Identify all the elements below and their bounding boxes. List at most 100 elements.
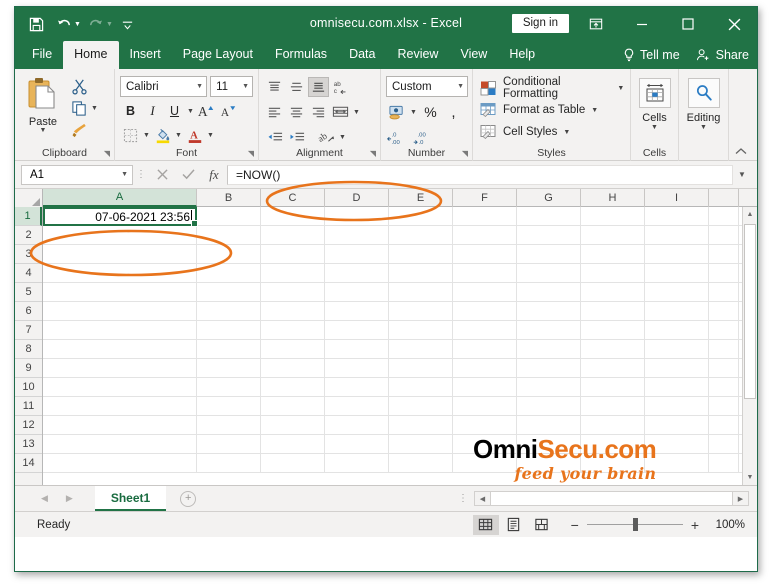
zoom-level-label[interactable]: 100% [707, 519, 745, 531]
zoom-slider-thumb[interactable] [632, 518, 638, 531]
cell-d5[interactable] [325, 283, 389, 302]
row-header-6[interactable]: 6 [15, 302, 42, 321]
cell-c4[interactable] [261, 264, 325, 283]
cell-b14[interactable] [197, 454, 261, 473]
percent-style-button[interactable]: % [420, 102, 441, 122]
cell-f1[interactable] [453, 207, 517, 226]
increase-font-size-button[interactable]: A [196, 101, 217, 121]
cell-h6[interactable] [581, 302, 645, 321]
format-as-table-button[interactable]: Format as Table ▼ [478, 99, 625, 121]
select-all-corner[interactable] [15, 189, 43, 207]
cell-e14[interactable] [389, 454, 453, 473]
cell-i11[interactable] [645, 397, 709, 416]
cell-i10[interactable] [645, 378, 709, 397]
decrease-font-size-button[interactable]: A [218, 101, 239, 121]
cell-i13[interactable] [645, 435, 709, 454]
cell-h3[interactable] [581, 245, 645, 264]
cell-h5[interactable] [581, 283, 645, 302]
cell-b7[interactable] [197, 321, 261, 340]
number-dialog-launcher[interactable]: ◥ [462, 149, 468, 158]
row-header-4[interactable]: 4 [15, 264, 42, 283]
ribbon-display-options-icon[interactable] [573, 7, 619, 41]
cell-a4[interactable] [43, 264, 197, 283]
cell-c9[interactable] [261, 359, 325, 378]
cell-a7[interactable] [43, 321, 197, 340]
cell-i14[interactable] [645, 454, 709, 473]
formula-input[interactable]: =NOW() [227, 164, 733, 185]
tab-formulas[interactable]: Formulas [264, 41, 338, 69]
cell-styles-button[interactable]: Cell Styles ▼ [478, 121, 625, 143]
cell-f6[interactable] [453, 302, 517, 321]
number-format-combo[interactable]: Custom ▼ [386, 76, 468, 97]
cell-c6[interactable] [261, 302, 325, 321]
cell-e11[interactable] [389, 397, 453, 416]
sheet-tab-sheet1[interactable]: Sheet1 [94, 486, 167, 511]
increase-indent-button[interactable] [286, 127, 307, 147]
cell-i8[interactable] [645, 340, 709, 359]
cell-b1[interactable] [197, 207, 261, 226]
cell-b9[interactable] [197, 359, 261, 378]
row-header-8[interactable]: 8 [15, 340, 42, 359]
cell-a6[interactable] [43, 302, 197, 321]
align-left-button[interactable] [264, 102, 285, 122]
cell-f9[interactable] [453, 359, 517, 378]
name-box[interactable]: A1 ▼ [21, 164, 133, 185]
cell-j5[interactable] [709, 283, 739, 302]
cell-g5[interactable] [517, 283, 581, 302]
tab-review[interactable]: Review [386, 41, 449, 69]
cell-i6[interactable] [645, 302, 709, 321]
align-bottom-button[interactable] [308, 77, 329, 97]
cell-f5[interactable] [453, 283, 517, 302]
cell-d3[interactable] [325, 245, 389, 264]
column-header-c[interactable]: C [261, 189, 325, 207]
cell-g12[interactable] [517, 416, 581, 435]
split-handle[interactable]: ⋮ [458, 494, 474, 504]
accounting-dropdown-caret[interactable]: ▼ [409, 109, 418, 116]
font-name-caret[interactable]: ▼ [190, 83, 203, 90]
cells-button[interactable]: Cells ▼ [636, 73, 673, 132]
cell-f13[interactable] [453, 435, 517, 454]
cell-b2[interactable] [197, 226, 261, 245]
column-header-a[interactable]: A [43, 189, 197, 207]
format-as-table-caret[interactable]: ▼ [590, 107, 599, 114]
scroll-down-icon[interactable]: ▼ [743, 470, 757, 485]
zoom-out-button[interactable]: − [571, 518, 579, 532]
cell-f7[interactable] [453, 321, 517, 340]
name-box-caret[interactable]: ▼ [121, 171, 128, 178]
horizontal-scroll-thumb[interactable] [490, 492, 733, 505]
zoom-in-button[interactable]: + [691, 518, 699, 532]
cell-e10[interactable] [389, 378, 453, 397]
cell-d4[interactable] [325, 264, 389, 283]
italic-button[interactable]: I [142, 101, 163, 121]
cell-g8[interactable] [517, 340, 581, 359]
cell-a11[interactable] [43, 397, 197, 416]
cell-f4[interactable] [453, 264, 517, 283]
cell-b12[interactable] [197, 416, 261, 435]
vertical-scroll-track[interactable] [743, 222, 757, 470]
cell-d8[interactable] [325, 340, 389, 359]
cell-e9[interactable] [389, 359, 453, 378]
underline-dropdown-caret[interactable]: ▼ [186, 108, 195, 115]
cell-f2[interactable] [453, 226, 517, 245]
cell-h11[interactable] [581, 397, 645, 416]
cell-j14[interactable] [709, 454, 739, 473]
cell-j12[interactable] [709, 416, 739, 435]
cell-e6[interactable] [389, 302, 453, 321]
cell-e2[interactable] [389, 226, 453, 245]
cell-b8[interactable] [197, 340, 261, 359]
cell-c1[interactable] [261, 207, 325, 226]
cell-a9[interactable] [43, 359, 197, 378]
cell-f14[interactable] [453, 454, 517, 473]
cell-g9[interactable] [517, 359, 581, 378]
fill-color-dropdown-caret[interactable]: ▼ [174, 132, 183, 139]
cell-c14[interactable] [261, 454, 325, 473]
enter-icon[interactable] [175, 164, 201, 186]
cell-e8[interactable] [389, 340, 453, 359]
comma-style-button[interactable]: , [443, 102, 464, 122]
orientation-button[interactable]: ab [316, 127, 337, 147]
cell-e13[interactable] [389, 435, 453, 454]
page-break-preview-icon[interactable] [529, 515, 555, 535]
cell-h13[interactable] [581, 435, 645, 454]
cell-h8[interactable] [581, 340, 645, 359]
cell-g11[interactable] [517, 397, 581, 416]
